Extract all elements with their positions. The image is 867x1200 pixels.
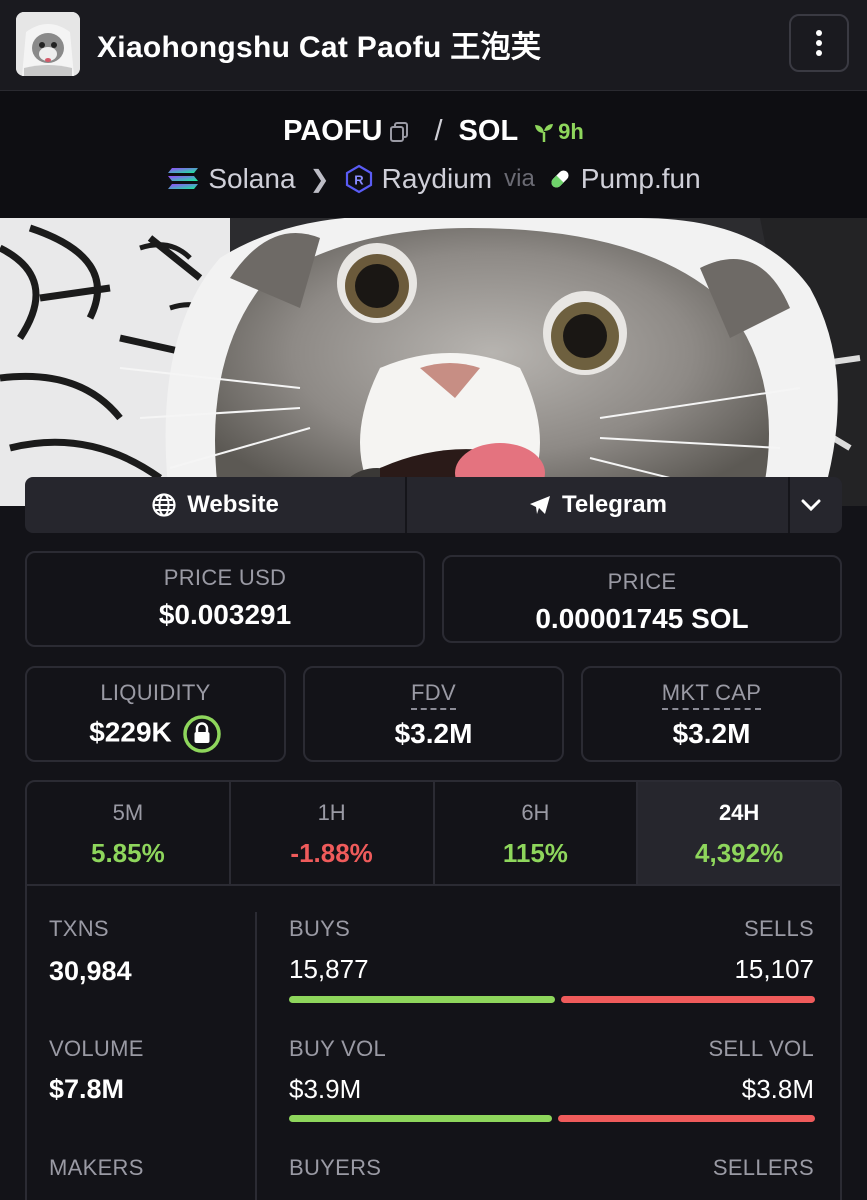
buys-label: BUYS	[289, 916, 351, 941]
volume-label: VOLUME	[49, 1036, 144, 1061]
liquidity-value: $229K	[89, 716, 172, 748]
chevron-down-icon	[801, 499, 821, 512]
globe-icon	[152, 493, 176, 517]
sells-label: SELLS	[744, 916, 814, 941]
more-links-button[interactable]	[790, 477, 842, 533]
telegram-button[interactable]: Telegram	[407, 477, 790, 533]
volume-value: $7.8M	[49, 1074, 125, 1104]
buy-volume-bar	[289, 1115, 552, 1122]
base-symbol: PAOFU	[283, 115, 383, 147]
buys-bar	[289, 996, 555, 1003]
cat-avatar-image	[16, 12, 80, 76]
buy-volume-value: $3.9M	[289, 1074, 362, 1104]
tab-24h-label: 24H	[718, 800, 760, 825]
vertical-dots-icon	[816, 30, 822, 56]
website-button[interactable]: Website	[25, 477, 407, 533]
tab-1h[interactable]: 1H -1.88%	[231, 782, 435, 884]
pair-separator: /	[434, 115, 443, 147]
sell-volume-value: $3.8M	[741, 1074, 814, 1104]
sellers-label: SELLERS	[712, 1155, 814, 1180]
price-usd-box: PRICE USD $0.003291	[25, 551, 425, 647]
price-native-label: PRICE	[607, 569, 677, 594]
chain-breadcrumb: Solana ❯ R Raydium via Pump.fun	[0, 163, 867, 195]
txns-value: 30,984	[49, 956, 132, 986]
sell-volume-label: SELL VOL	[708, 1036, 814, 1061]
liquidity-box: LIQUIDITY $229K	[25, 666, 286, 762]
trade-stats-panel: TXNS 30,984 BUYS 15,877 SELLS 15,107 VOL…	[25, 884, 842, 1200]
price-native-box: PRICE 0.00001745 SOL	[442, 555, 842, 643]
svg-text:R: R	[354, 173, 364, 188]
buyers-label: BUYERS	[289, 1155, 382, 1180]
social-links: Website Telegram	[25, 477, 842, 533]
pair-info: PAOFU / SOL 9h Solana ❯ R Raydium via Pu…	[0, 90, 867, 218]
liquidity-label: LIQUIDITY	[100, 680, 211, 705]
tab-5m[interactable]: 5M 5.85%	[27, 782, 231, 884]
sell-volume-bar	[558, 1115, 815, 1122]
fdv-value: $3.2M	[394, 718, 473, 749]
price-native-value: 0.00001745 SOL	[535, 603, 749, 634]
fdv-box: FDV $3.2M	[303, 666, 564, 762]
chevron-right-icon: ❯	[309, 165, 330, 193]
seedling-icon	[535, 123, 554, 142]
market-cap-label[interactable]: MKT CAP	[661, 680, 762, 710]
tab-24h-change: 4,392%	[695, 838, 784, 868]
buy-volume-label: BUY VOL	[289, 1036, 387, 1061]
fdv-label[interactable]: FDV	[411, 680, 456, 710]
market-cap-value: $3.2M	[672, 718, 751, 749]
tab-1h-label: 1H	[317, 800, 346, 825]
pair-age-value: 9h	[558, 118, 584, 144]
sells-value: 15,107	[734, 954, 814, 984]
dex-link[interactable]: Raydium	[382, 163, 492, 195]
liquidity-value-row: $229K	[27, 714, 284, 754]
tab-6h[interactable]: 6H 115%	[435, 782, 639, 884]
tab-5m-change: 5.85%	[91, 838, 165, 868]
cat-banner-image	[0, 218, 867, 506]
telegram-label: Telegram	[562, 491, 667, 518]
chain-link[interactable]: Solana	[208, 163, 295, 195]
makers-label: MAKERS	[49, 1155, 144, 1180]
quote-symbol: SOL	[458, 115, 519, 147]
timeframe-tabs: 5M 5.85% 1H -1.88% 6H 115% 24H 4,392%	[25, 780, 842, 886]
raydium-icon: R	[345, 164, 372, 194]
website-label: Website	[187, 491, 279, 518]
buys-value: 15,877	[289, 954, 369, 984]
tab-6h-change: 115%	[502, 838, 568, 868]
token-header: Xiaohongshu Cat Paofu 王泡芙	[0, 0, 867, 90]
txns-label: TXNS	[49, 916, 109, 941]
copy-icon[interactable]	[388, 121, 410, 143]
token-avatar	[16, 12, 80, 76]
price-usd-label: PRICE USD	[163, 565, 287, 590]
stats-divider	[255, 912, 257, 1200]
telegram-icon	[530, 496, 551, 514]
tab-5m-label: 5M	[112, 800, 144, 825]
lock-icon[interactable]	[182, 714, 222, 754]
price-usd-value: $0.003291	[158, 599, 292, 630]
via-label: via	[504, 165, 535, 192]
solana-icon	[168, 168, 199, 189]
market-cap-box: MKT CAP $3.2M	[581, 666, 842, 762]
tab-1h-change: -1.88%	[290, 838, 373, 868]
more-options-button[interactable]	[789, 14, 849, 72]
token-name: Xiaohongshu Cat Paofu 王泡芙	[97, 31, 542, 64]
token-banner-image	[0, 218, 867, 506]
launchpad-link[interactable]: Pump.fun	[581, 163, 701, 195]
tab-24h[interactable]: 24H 4,392%	[638, 782, 840, 884]
pill-icon	[551, 170, 569, 188]
pair-age: 9h	[532, 119, 584, 145]
pair-symbol-line: PAOFU / SOL 9h	[0, 115, 867, 148]
sells-bar	[561, 996, 815, 1003]
tab-6h-label: 6H	[521, 800, 550, 825]
